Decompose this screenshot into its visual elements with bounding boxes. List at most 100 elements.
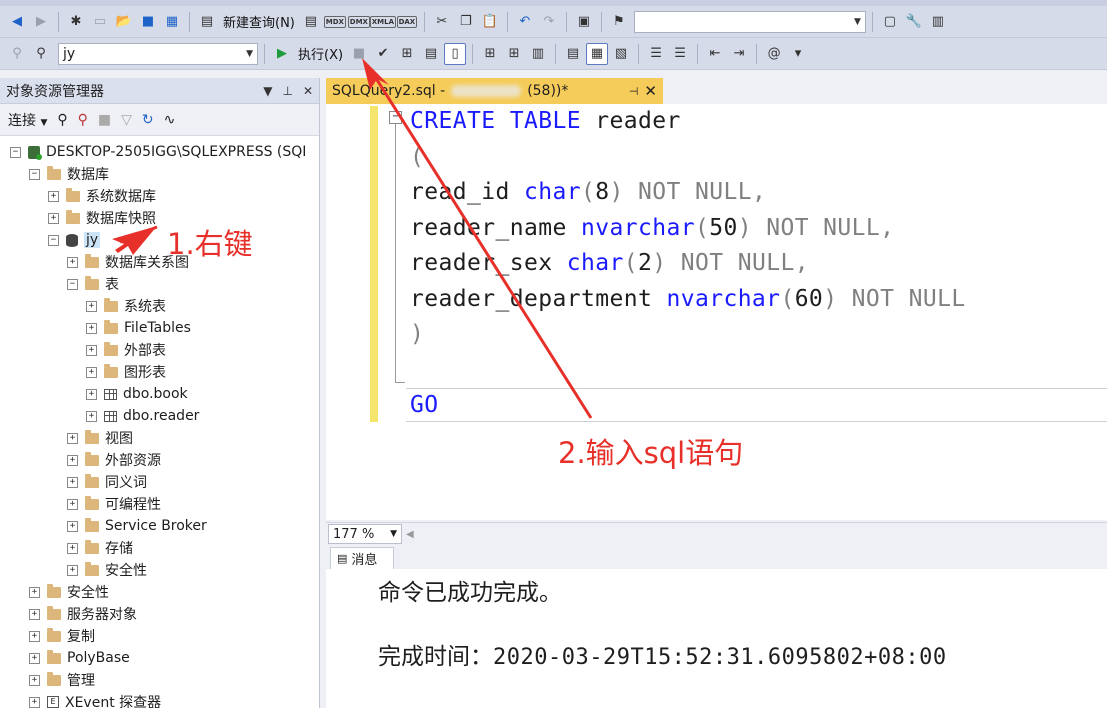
tree-node[interactable]: + 安全性	[67, 559, 147, 581]
tree-node[interactable]: + dbo.reader	[86, 405, 199, 427]
collapse-node-icon[interactable]: −	[48, 234, 59, 246]
query-designer-icon[interactable]: ▤	[420, 43, 442, 65]
tab-sqlquery2[interactable]: SQLQuery2.sql - (58))* ⊣ ✕	[326, 78, 663, 104]
filter-icon[interactable]: ▽	[121, 112, 132, 128]
connect-button[interactable]: 连接 ▼	[8, 110, 47, 130]
cancel-query-icon[interactable]: ■	[348, 43, 370, 65]
expand-node-icon[interactable]: +	[67, 498, 78, 510]
zoom-combo[interactable]: 177 % ▼	[328, 524, 402, 544]
xmla-query-button[interactable]: XMLA	[369, 11, 396, 33]
properties-wrench-icon[interactable]: 🔧	[903, 11, 925, 33]
toolbar-overflow-icon[interactable]: ▾	[787, 43, 809, 65]
dmx-query-button[interactable]: DMX	[347, 11, 370, 33]
tree-node[interactable]: − DESKTOP-2505IGG\SQLEXPRESS (SQI	[10, 141, 306, 163]
tree-node[interactable]: + 安全性	[29, 581, 109, 603]
expand-node-icon[interactable]: +	[29, 652, 40, 664]
tree-node[interactable]: − jy	[48, 229, 101, 251]
expand-node-icon[interactable]: +	[67, 564, 78, 576]
tree-node[interactable]: + 外部资源	[67, 449, 161, 471]
results-to-grid-toggle-icon[interactable]: ▯	[444, 42, 467, 65]
tree-node[interactable]: + 同义词	[67, 471, 147, 493]
expand-node-icon[interactable]: +	[67, 520, 78, 532]
expand-node-icon[interactable]: +	[86, 300, 97, 312]
collapse-node-icon[interactable]: −	[67, 278, 78, 290]
specify-template-values-icon[interactable]: @	[763, 43, 785, 65]
results-to-grid-icon[interactable]: ▦	[586, 42, 609, 65]
new-query-button[interactable]: 新建查询(N)	[220, 12, 298, 31]
paste-icon[interactable]: 📋	[479, 11, 501, 33]
collapse-node-icon[interactable]: −	[29, 168, 40, 180]
expand-node-icon[interactable]: +	[86, 322, 97, 334]
tab-messages[interactable]: ▤ 消息	[330, 547, 394, 569]
available-databases-combo[interactable]: jy ▼	[58, 42, 258, 65]
tree-node[interactable]: + PolyBase	[29, 647, 130, 669]
back-icon[interactable]: ◀	[6, 11, 28, 33]
tree-node[interactable]: + 存储	[67, 537, 133, 559]
tree-node[interactable]: + E XEvent 探查器	[29, 691, 161, 708]
estimated-plan-icon[interactable]: ⊞	[396, 43, 418, 65]
new-project-icon[interactable]: ✱	[65, 11, 87, 33]
expand-node-icon[interactable]: +	[86, 344, 97, 356]
results-to-file-icon[interactable]: ▧	[610, 43, 632, 65]
activity-icon[interactable]: ∿	[164, 112, 176, 128]
collapse-region-icon[interactable]: −	[389, 111, 402, 124]
tree-node[interactable]: + 视图	[67, 427, 133, 449]
activity-monitor-icon[interactable]: ▣	[573, 11, 595, 33]
scroll-left-icon[interactable]: ◀	[406, 529, 414, 540]
increase-indent-icon[interactable]: ⇥	[728, 43, 750, 65]
expand-node-icon[interactable]: +	[29, 630, 40, 642]
uncomment-icon[interactable]: ☰	[669, 43, 691, 65]
live-stats-icon[interactable]: ⊞	[503, 43, 525, 65]
comment-out-icon[interactable]: ☰	[645, 43, 667, 65]
copy-icon[interactable]: ❐	[455, 11, 477, 33]
refresh-icon[interactable]: ↻	[142, 112, 154, 128]
expand-node-icon[interactable]: +	[29, 696, 40, 708]
parse-check-icon[interactable]: ✔	[372, 43, 394, 65]
tree-node[interactable]: + 服务器对象	[29, 603, 137, 625]
expand-node-icon[interactable]: +	[86, 388, 97, 400]
execute-play-icon[interactable]: ▶	[271, 43, 293, 65]
cut-icon[interactable]: ✂	[431, 11, 453, 33]
tree-node[interactable]: + FileTables	[86, 317, 191, 339]
expand-node-icon[interactable]: +	[67, 476, 78, 488]
tree-node[interactable]: + 管理	[29, 669, 95, 691]
change-connection-icon[interactable]: ⚲	[30, 43, 52, 65]
find-in-files-icon[interactable]: ⚑	[608, 11, 630, 33]
expand-node-icon[interactable]: +	[67, 432, 78, 444]
dax-query-button[interactable]: DAX	[396, 11, 418, 33]
client-stats-icon[interactable]: ▥	[527, 43, 549, 65]
pin-icon[interactable]: ⊥	[282, 84, 292, 98]
tree-node[interactable]: + 可编程性	[67, 493, 161, 515]
panel-dropdown-icon[interactable]: ▼	[263, 84, 272, 98]
tree-node[interactable]: + 系统表	[86, 295, 166, 317]
tree-node[interactable]: + 数据库快照	[48, 207, 156, 229]
stop-icon[interactable]: ■	[98, 112, 111, 128]
expand-node-icon[interactable]: +	[29, 586, 40, 598]
include-plan-icon[interactable]: ⊞	[479, 43, 501, 65]
tree-node[interactable]: + 图形表	[86, 361, 166, 383]
new-query-icon[interactable]: ▤	[196, 11, 218, 33]
expand-node-icon[interactable]: +	[67, 454, 78, 466]
forward-icon[interactable]: ▶	[30, 11, 52, 33]
results-to-text-icon[interactable]: ▤	[562, 43, 584, 65]
redo-icon[interactable]: ↷	[538, 11, 560, 33]
expand-node-icon[interactable]: +	[67, 542, 78, 554]
tree-node[interactable]: + 外部表	[86, 339, 166, 361]
save-all-icon[interactable]: ▦	[161, 11, 183, 33]
expand-node-icon[interactable]: +	[48, 190, 59, 202]
collapse-node-icon[interactable]: −	[10, 146, 21, 158]
open-file-icon[interactable]: 📂	[113, 11, 135, 33]
toolbox-icon[interactable]: ▥	[927, 11, 949, 33]
tree-node[interactable]: + Service Broker	[67, 515, 207, 537]
close-icon[interactable]: ✕	[303, 84, 313, 98]
tree-node[interactable]: − 数据库	[29, 163, 109, 185]
tree-node[interactable]: + 系统数据库	[48, 185, 156, 207]
tree-node[interactable]: − 表	[67, 273, 119, 295]
save-icon[interactable]: ■	[137, 11, 159, 33]
disconnect-icon[interactable]: ⚲	[78, 112, 88, 128]
pin-tab-icon[interactable]: ⊣	[629, 85, 639, 98]
connect-plug-icon[interactable]: ⚲	[57, 112, 67, 128]
expand-node-icon[interactable]: +	[29, 608, 40, 620]
expand-node-icon[interactable]: +	[86, 410, 97, 422]
expand-node-icon[interactable]: +	[86, 366, 97, 378]
